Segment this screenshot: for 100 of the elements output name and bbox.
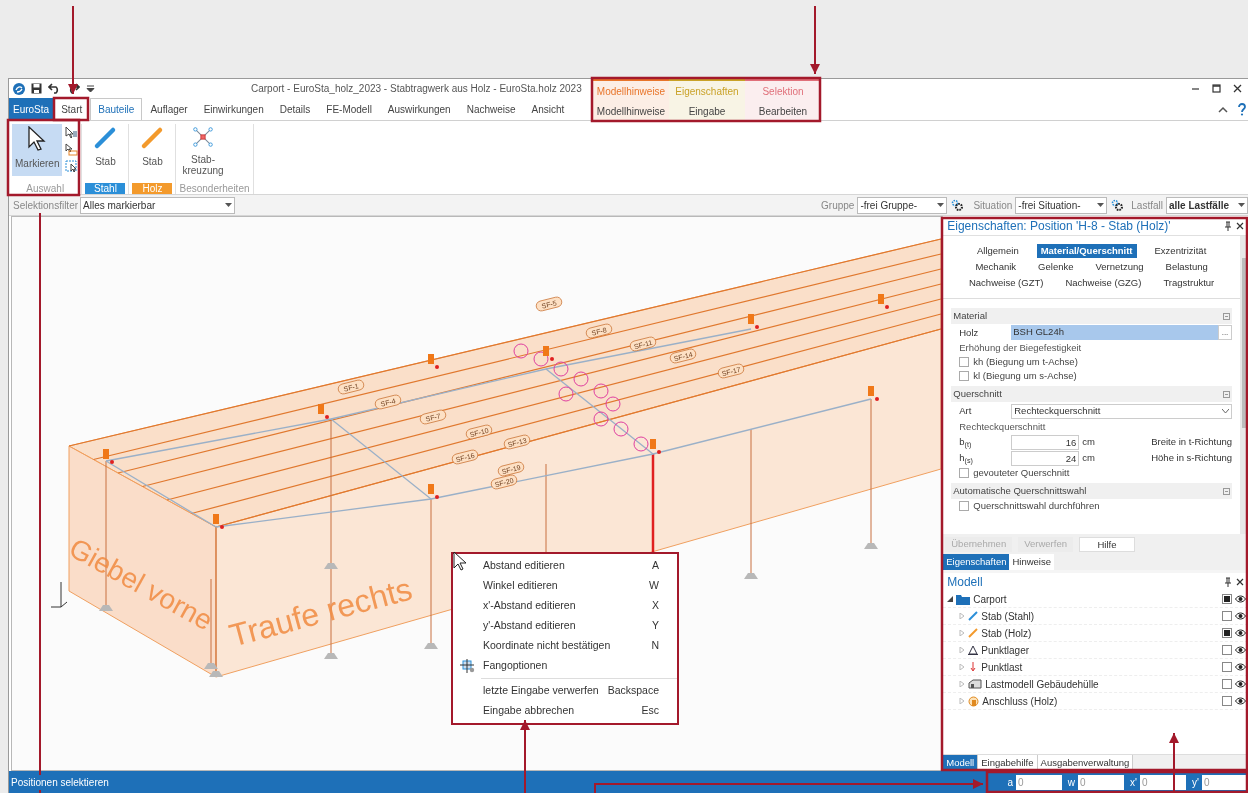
property-tab[interactable]: Nachweise (GZG) (1061, 276, 1146, 291)
visibility-icon[interactable] (1235, 629, 1246, 638)
close-icon[interactable] (1236, 221, 1244, 230)
ribbon-tab[interactable]: Nachweise (458, 98, 524, 120)
menu-item[interactable]: letzte Eingabe verwerfen Backspace (453, 681, 677, 702)
section-header[interactable]: Querschnitt (951, 386, 1232, 403)
checkbox[interactable] (959, 357, 970, 368)
visibility-icon[interactable] (1235, 697, 1246, 706)
save-icon[interactable] (31, 83, 42, 94)
tree-item[interactable]: Carport (943, 591, 1222, 607)
undo-icon[interactable] (48, 83, 61, 94)
dimension-field[interactable]: 16 (1011, 434, 1080, 450)
menu-item[interactable]: Koordinate nicht bestätigen N (453, 636, 677, 657)
panel-tab[interactable]: Hinweise (1009, 554, 1054, 571)
ribbon-tab[interactable]: Einwirkungen (195, 98, 272, 120)
type-dropdown[interactable]: Rechteckquerschnitt (1011, 403, 1232, 419)
visibility-icon[interactable] (1235, 595, 1246, 604)
coordinate-field[interactable]: 0 (1140, 774, 1186, 790)
scrollbar[interactable] (1240, 236, 1248, 535)
contextual-tab[interactable]: Eingabe (688, 104, 726, 119)
property-tab[interactable]: Belastung (1161, 260, 1212, 275)
coordinate-field[interactable]: 0 (1078, 774, 1124, 790)
callout-arrow (1169, 732, 1179, 793)
tree-item[interactable]: Punktlager (943, 642, 1222, 658)
select-window-icon[interactable] (65, 160, 79, 173)
browse-button[interactable]: ... (1218, 325, 1232, 341)
tree-item[interactable]: Stab (Stahl) (943, 608, 1222, 624)
pin-icon[interactable] (1224, 220, 1232, 231)
menu-item[interactable]: x'-Abstand editieren X (453, 596, 677, 617)
dropdown[interactable]: -frei Situation- (1015, 196, 1108, 214)
contextual-tab[interactable]: Modellhinweise (596, 104, 666, 119)
property-tab[interactable]: Nachweise (GZT) (964, 276, 1048, 291)
expander-icon[interactable] (947, 596, 954, 603)
ribbon-button[interactable]: Stab (85, 124, 126, 176)
pin-icon[interactable] (1224, 577, 1232, 588)
tree-item[interactable]: Lastmodell Gebäudehülle (943, 676, 1222, 692)
tree-item[interactable]: Punktlast (943, 659, 1222, 675)
property-tab[interactable]: Exzentrizität (1150, 244, 1211, 259)
coordinate-field[interactable]: 0 (1016, 774, 1062, 790)
visibility-icon[interactable] (1235, 612, 1246, 621)
checkbox[interactable] (1222, 662, 1232, 673)
dropdown[interactable]: alle Lastfälle (1166, 196, 1248, 214)
checkbox[interactable] (1222, 594, 1232, 605)
checkbox[interactable] (1222, 611, 1232, 622)
help-icon[interactable] (1238, 102, 1246, 116)
redo-icon[interactable] (67, 83, 80, 94)
file-tab[interactable]: EuroSta (9, 98, 54, 120)
collapse-ribbon-icon[interactable] (1218, 105, 1228, 113)
dimension-field[interactable]: 24 (1011, 450, 1080, 466)
property-tab[interactable]: Material/Querschnitt (1036, 244, 1137, 259)
menu-item[interactable]: Fangoptionen (453, 656, 677, 677)
action-button[interactable]: Hilfe (1078, 536, 1135, 552)
ribbon-tab[interactable]: FE-Modell (318, 98, 380, 120)
close-icon[interactable] (1236, 578, 1244, 587)
panel-tab[interactable]: Eigenschaften (943, 554, 1010, 571)
ribbon-tab[interactable]: Start (53, 98, 91, 120)
ribbon-tab[interactable]: Ansicht (523, 98, 573, 120)
scrollbar-thumb[interactable] (1241, 258, 1247, 429)
ribbon-tab[interactable]: Bauteile (90, 98, 143, 120)
tree-item[interactable]: Stab (Holz) (943, 625, 1222, 641)
property-tab[interactable]: Mechanik (971, 260, 1021, 275)
visibility-icon[interactable] (1235, 646, 1246, 655)
checkbox[interactable] (959, 501, 970, 512)
ribbon-tab[interactable]: Details (271, 98, 319, 120)
checkbox[interactable] (959, 468, 970, 479)
maximize-icon[interactable] (1212, 84, 1221, 93)
settings-icon[interactable] (1111, 199, 1124, 212)
select-area-icon[interactable] (65, 143, 79, 156)
property-tab[interactable]: Gelenke (1034, 260, 1078, 275)
ribbon-button[interactable]: Stab- kreuzung (179, 124, 227, 176)
tree-item[interactable]: Anschluss (Holz) (943, 693, 1222, 709)
ribbon-tab[interactable]: Auswirkungen (379, 98, 459, 120)
material-field[interactable]: BSH GL24h (1011, 325, 1218, 341)
checkbox[interactable] (959, 371, 970, 382)
property-tab[interactable]: Tragstruktur (1159, 276, 1219, 291)
section-header[interactable]: Material (951, 308, 1232, 325)
menu-item[interactable]: Winkel editieren W (453, 576, 677, 597)
coordinate-field[interactable]: 0 (1202, 774, 1248, 790)
checkbox[interactable] (1222, 645, 1232, 656)
visibility-icon[interactable] (1235, 663, 1246, 672)
menu-item[interactable]: y'-Abstand editieren Y (453, 616, 677, 637)
checkbox[interactable] (1222, 628, 1232, 639)
ribbon-tab[interactable]: Auflager (142, 98, 196, 120)
checkbox[interactable] (1222, 696, 1232, 707)
dropdown[interactable]: -frei Gruppe- (857, 196, 948, 214)
select-pointer-icon[interactable] (65, 126, 79, 139)
contextual-tab[interactable]: Bearbeiten (758, 104, 808, 119)
ribbon-button[interactable]: Stab (132, 124, 173, 176)
dropdown[interactable]: Alles markierbar (80, 196, 236, 214)
visibility-icon[interactable] (1235, 680, 1246, 689)
checkbox[interactable] (1222, 679, 1232, 690)
close-icon[interactable] (1233, 84, 1242, 93)
property-tab[interactable]: Allgemein (972, 244, 1023, 259)
settings-icon[interactable] (951, 199, 964, 212)
section-header[interactable]: Automatische Querschnittswahl (951, 483, 1232, 500)
property-tab[interactable]: Vernetzung (1091, 260, 1148, 275)
dropdown-icon[interactable] (86, 84, 95, 93)
window-title: Carport - EuroSta_holz_2023 - Stabtragwerk aus Holz - EuroSta.holz 2023 (251, 82, 582, 96)
menu-item[interactable]: Eingabe abbrechen Esc (453, 701, 677, 722)
ribbon-button[interactable]: Markieren (12, 124, 63, 176)
